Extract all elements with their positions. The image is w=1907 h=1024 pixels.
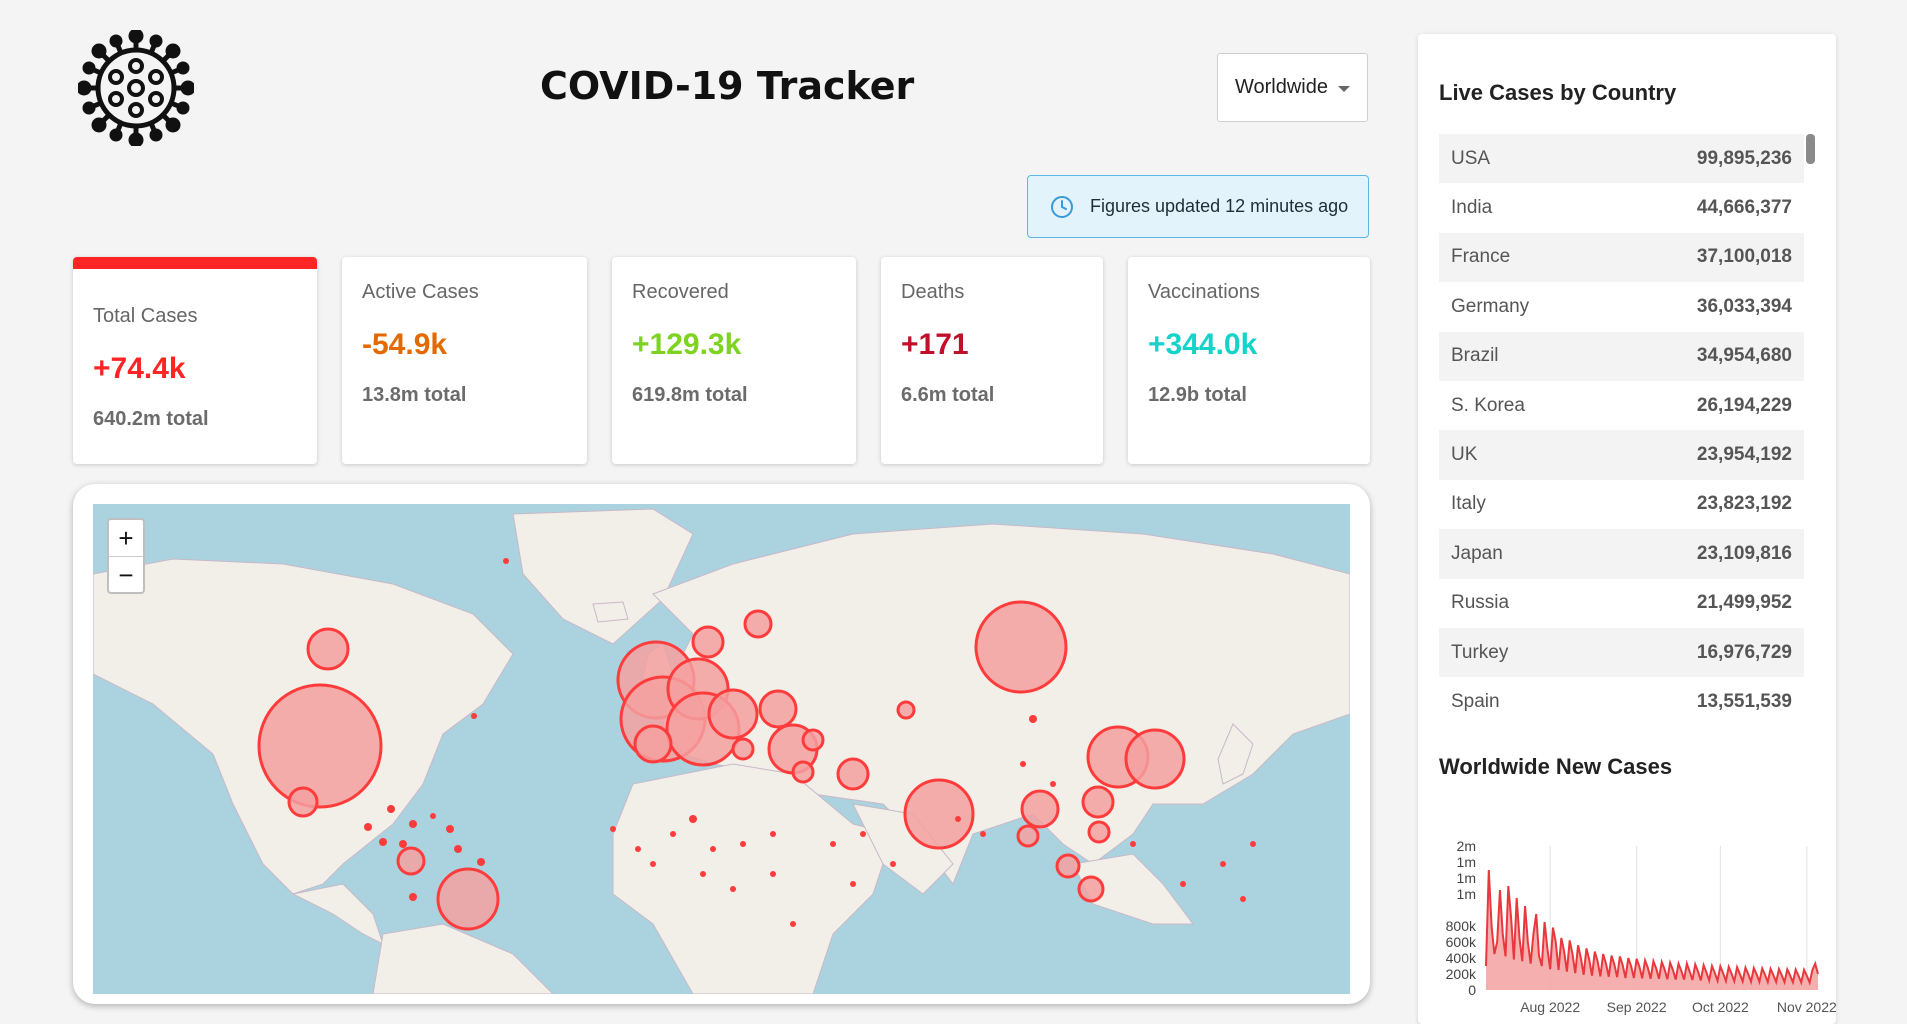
stat-total: 640.2m total [93, 408, 209, 430]
y-tick-label: 600k [1446, 934, 1477, 950]
stat-card-total-cases[interactable]: Total Cases +74.4k 640.2m total [73, 257, 317, 464]
country-cases: 34,954,680 [1696, 345, 1792, 367]
country-cases: 37,100,018 [1696, 246, 1792, 268]
country-name: France [1451, 246, 1511, 268]
country-cases: 99,895,236 [1696, 147, 1792, 169]
table-row: Germany 36,033,394 [1439, 282, 1804, 331]
y-tick-label: 1m [1457, 870, 1476, 886]
country-cases: 23,823,192 [1696, 493, 1792, 515]
virus-logo-icon [78, 30, 194, 146]
country-name: Germany [1451, 295, 1530, 317]
stat-total: 12.9b total [1148, 384, 1247, 406]
stat-label: Recovered [632, 281, 729, 303]
chevron-down-icon [1338, 85, 1350, 92]
stat-label: Active Cases [362, 281, 479, 303]
table-row: Italy 23,823,192 [1439, 480, 1804, 529]
country-cases: 23,109,816 [1696, 542, 1792, 564]
country-cases-table[interactable]: USA 99,895,236 India 44,666,377 France 37,1… [1439, 134, 1804, 726]
sidebar-panel: Live Cases by Country USA 99,895,236 Indi… [1418, 34, 1836, 1024]
y-tick-label: 1m [1457, 886, 1476, 902]
table-row: S. Korea 26,194,229 [1439, 381, 1804, 430]
country-cases: 23,954,192 [1696, 444, 1792, 466]
stat-total: 13.8m total [362, 384, 467, 406]
country-cases: 13,551,539 [1696, 690, 1792, 712]
table-row: Turkey 16,976,729 [1439, 627, 1804, 678]
map-card: + − [73, 484, 1370, 1004]
table-scrollbar[interactable] [1804, 134, 1815, 726]
country-select-value: Worldwide [1235, 76, 1328, 98]
y-tick-label: 800k [1446, 918, 1477, 934]
country-cases: 16,976,729 [1696, 641, 1792, 663]
stat-delta: +74.4k [93, 352, 186, 385]
table-row: Brazil 34,954,680 [1439, 331, 1804, 381]
x-tick-label: Sep 2022 [1607, 999, 1667, 1015]
stat-label: Deaths [901, 281, 965, 303]
y-tick-label: 400k [1446, 950, 1477, 966]
country-name: S. Korea [1451, 394, 1525, 416]
table-row: France 37,100,018 [1439, 232, 1804, 283]
world-map[interactable]: + − [93, 504, 1350, 994]
country-cases: 26,194,229 [1696, 394, 1792, 416]
x-tick-label: Aug 2022 [1520, 999, 1580, 1015]
y-tick-label: 1m [1457, 854, 1476, 870]
country-name: Russia [1451, 592, 1510, 614]
country-name: UK [1451, 444, 1478, 466]
stat-label: Vaccinations [1148, 281, 1260, 303]
table-row: UK 23,954,192 [1439, 430, 1804, 480]
stat-delta: +171 [901, 328, 969, 361]
table-row: Japan 23,109,816 [1439, 529, 1804, 579]
country-name: India [1451, 197, 1493, 219]
stat-total: 6.6m total [901, 384, 995, 406]
clock-icon [1051, 195, 1073, 218]
country-cases: 21,499,952 [1696, 592, 1792, 614]
country-select[interactable]: Worldwide [1217, 53, 1368, 122]
scrollbar-thumb[interactable] [1806, 134, 1815, 164]
stat-total: 619.8m total [632, 384, 748, 406]
app-title: COVID-19 Tracker [540, 64, 915, 108]
country-cases: 36,033,394 [1696, 295, 1792, 317]
update-notice-text: Figures updated 12 minutes ago [1090, 196, 1349, 216]
stat-card-active-cases[interactable]: Active Cases -54.9k 13.8m total [342, 257, 587, 464]
y-tick-label: 200k [1446, 966, 1477, 982]
stat-delta: +344.0k [1148, 328, 1258, 361]
country-name: Turkey [1451, 641, 1509, 663]
country-name: Brazil [1451, 345, 1499, 367]
stat-card-recovered[interactable]: Recovered +129.3k 619.8m total [612, 257, 856, 464]
country-name: Italy [1451, 493, 1486, 515]
stat-delta: -54.9k [362, 328, 448, 361]
table-row: Spain 13,551,539 [1439, 677, 1804, 726]
table-row: USA 99,895,236 [1439, 134, 1804, 184]
zoom-out-button[interactable]: − [109, 557, 143, 593]
y-tick-label: 0 [1468, 982, 1476, 998]
country-name: Spain [1451, 690, 1500, 712]
stat-card-deaths[interactable]: Deaths +171 6.6m total [881, 257, 1103, 464]
x-tick-label: Nov 2022 [1777, 999, 1836, 1015]
live-cases-title: Live Cases by Country [1439, 80, 1677, 105]
table-row: Russia 21,499,952 [1439, 579, 1804, 628]
table-row: India 44,666,377 [1439, 183, 1804, 232]
y-tick-label: 2m [1457, 838, 1476, 854]
world-map-svg [93, 508, 1350, 994]
country-name: Japan [1451, 542, 1503, 564]
stat-card-vaccinations[interactable]: Vaccinations +344.0k 12.9b total [1128, 257, 1370, 464]
x-tick-label: Oct 2022 [1692, 999, 1749, 1015]
country-name: USA [1451, 147, 1491, 169]
country-cases: 44,666,377 [1696, 197, 1792, 219]
stat-delta: +129.3k [632, 328, 742, 361]
stat-label: Total Cases [93, 305, 198, 327]
map-zoom-control: + − [107, 518, 145, 594]
new-cases-chart-title: Worldwide New Cases [1439, 754, 1673, 779]
update-notice: Figures updated 12 minutes ago [1027, 175, 1369, 238]
zoom-in-button[interactable]: + [109, 520, 143, 557]
